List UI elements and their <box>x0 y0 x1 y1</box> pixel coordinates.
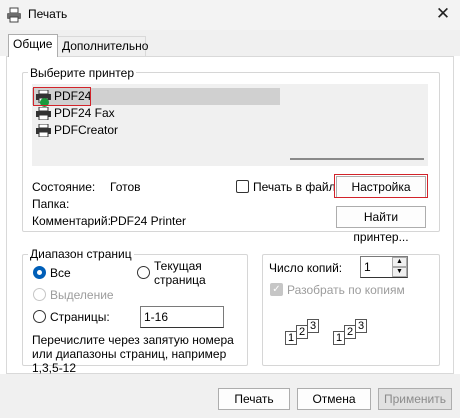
all-pages-label: Все <box>50 266 71 280</box>
printer-item[interactable]: PDFCreator <box>32 122 280 139</box>
close-icon[interactable]: ✕ <box>434 4 452 24</box>
window-title: Печать <box>28 7 68 21</box>
title-bar <box>0 0 460 30</box>
collate-checkbox[interactable]: ✓ <box>270 283 283 296</box>
printer-icon <box>36 124 51 137</box>
comment-value: PDF24 Printer <box>110 214 187 228</box>
cancel-button[interactable]: Отмена <box>297 388 371 410</box>
collate-label: Разобрать по копиям <box>287 283 405 297</box>
apply-button[interactable]: Применить <box>378 388 452 410</box>
find-printer-button[interactable]: Найти принтер... <box>336 206 426 244</box>
horizontal-scrollbar[interactable] <box>290 158 424 160</box>
pages-radio[interactable] <box>33 310 46 323</box>
current-page-label: Текущая страница <box>154 259 206 287</box>
print-to-file-checkbox[interactable] <box>236 180 249 193</box>
selection-radio[interactable] <box>33 288 46 301</box>
highlight-frame <box>334 174 428 198</box>
folder-label: Папка: <box>32 197 70 211</box>
printer-icon <box>7 7 21 23</box>
spin-down-icon[interactable]: ▼ <box>392 267 407 277</box>
highlight-frame <box>33 87 91 106</box>
page-icon: 3 <box>307 319 319 333</box>
print-to-file-label: Печать в файл <box>253 180 336 194</box>
page-range-label: Диапазон страниц <box>28 247 134 261</box>
spin-up-icon[interactable]: ▲ <box>392 257 407 267</box>
all-pages-radio[interactable] <box>33 266 46 279</box>
pages-input[interactable]: 1-16 <box>140 306 224 328</box>
printer-name: PDFCreator <box>54 123 119 137</box>
copies-label: Число копий: <box>269 261 343 275</box>
print-button[interactable]: Печать <box>218 388 290 410</box>
status-label: Состояние: <box>32 180 96 194</box>
tab-general[interactable]: Общие <box>8 34 58 57</box>
pages-hint: Перечислите через запятую номера или диа… <box>32 333 234 375</box>
printer-name: PDF24 Fax <box>54 106 115 120</box>
printer-group-label: Выберите принтер <box>28 66 136 80</box>
page-icon: 3 <box>355 319 367 333</box>
comment-label: Комментарий: <box>32 214 111 228</box>
printer-item[interactable]: PDF24 Fax <box>32 105 280 122</box>
selection-label: Выделение <box>50 288 114 302</box>
current-page-radio[interactable] <box>137 266 150 279</box>
tab-advanced[interactable]: Дополнительно <box>57 36 148 56</box>
status-value: Готов <box>110 180 141 194</box>
pages-label: Страницы: <box>50 310 110 324</box>
printer-icon <box>36 107 51 120</box>
